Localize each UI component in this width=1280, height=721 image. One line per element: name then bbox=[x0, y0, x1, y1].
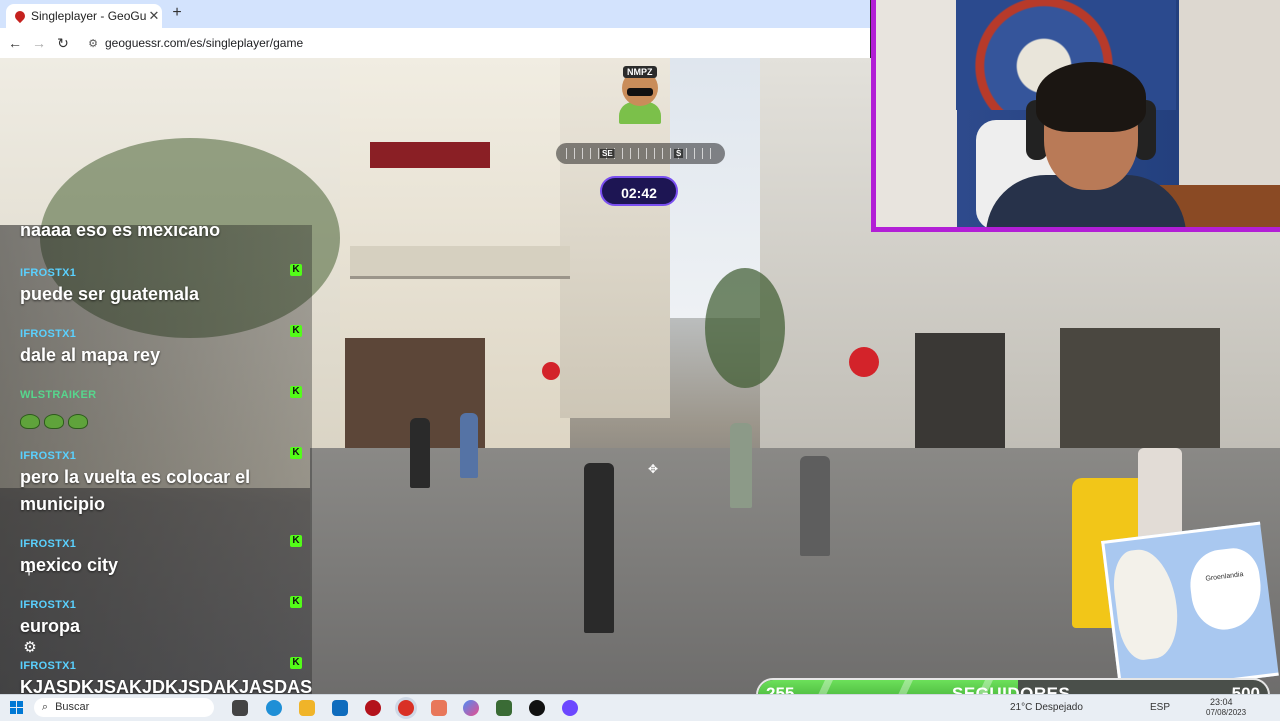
tab-close-icon[interactable]: ✕ bbox=[146, 8, 162, 24]
stream-chat: naaaa eso es mexicano IFROSTX1 K puede s… bbox=[0, 225, 312, 694]
streamer-hair bbox=[1036, 62, 1146, 132]
chat-message: IFROSTX1 K puede ser guatemala bbox=[0, 263, 312, 313]
chat-username[interactable]: IFROSTX1 bbox=[20, 450, 76, 462]
weather-widget[interactable]: 21°C Despejado bbox=[1010, 702, 1083, 713]
browser-tab[interactable]: Singleplayer - GeoGuessr ✕ bbox=[6, 4, 162, 28]
no-entry-sign-far bbox=[542, 362, 560, 380]
chat-username[interactable]: IFROSTX1 bbox=[20, 599, 76, 611]
compass-ticks bbox=[566, 148, 715, 159]
pedestrian bbox=[460, 413, 478, 478]
plus-icon[interactable]: + bbox=[22, 565, 36, 581]
map-landmass bbox=[1109, 545, 1183, 663]
kick-badge-icon: K bbox=[290, 447, 302, 459]
no-entry-sign bbox=[849, 347, 879, 377]
chat-message-text-line2: municipio bbox=[20, 494, 105, 514]
player-avatar: NMPZ bbox=[617, 62, 663, 124]
guess-minimap[interactable]: Groenlandia bbox=[1101, 521, 1279, 695]
move-cursor-icon: ✥ bbox=[647, 462, 659, 476]
app-icon[interactable] bbox=[496, 700, 512, 716]
kick-badge-icon: K bbox=[290, 325, 302, 337]
emote-row bbox=[20, 413, 92, 431]
chat-message: IFROSTX1 K europa bbox=[0, 595, 312, 645]
clock-time[interactable]: 23:04 bbox=[1210, 697, 1233, 707]
chat-message: IFROSTX1 K pero la vuelta es colocar el … bbox=[0, 446, 312, 526]
clock-date[interactable]: 07/08/2023 bbox=[1206, 708, 1246, 717]
shop-sign-awning bbox=[370, 142, 490, 168]
pedestrian bbox=[584, 463, 614, 633]
chat-message-text: KJASDKJSAKJDKJSDAKJASDAS bbox=[20, 677, 312, 694]
kick-badge-icon: K bbox=[290, 386, 302, 398]
photos-icon[interactable] bbox=[463, 700, 479, 716]
address-bar[interactable]: geoguessr.com/es/singleplayer/game bbox=[105, 36, 303, 50]
pedestrian bbox=[1138, 448, 1182, 543]
map-landmass-greenland bbox=[1186, 545, 1266, 634]
compass: SE S bbox=[556, 143, 725, 164]
avatar-glasses bbox=[627, 88, 653, 96]
chat-message-text: pero la vuelta es colocar el bbox=[20, 467, 251, 487]
chat-username[interactable]: IFROSTX1 bbox=[20, 267, 76, 279]
mode-badge: NMPZ bbox=[623, 66, 657, 78]
chat-message-text: europa bbox=[20, 616, 81, 636]
chat-username[interactable]: WLSTRAIKER bbox=[20, 389, 96, 401]
balcony bbox=[350, 246, 570, 279]
search-icon: ⌕ bbox=[41, 701, 49, 713]
file-explorer-icon[interactable] bbox=[299, 700, 315, 716]
chat-username[interactable]: IFROSTX1 bbox=[20, 660, 76, 672]
webcam-overlay bbox=[871, 0, 1280, 232]
search-placeholder: Buscar bbox=[55, 701, 90, 713]
chat-message: IFROSTX1 K KJASDKJSAKJDKJSDAKJASDAS bbox=[0, 656, 312, 694]
kick-badge-icon: K bbox=[290, 535, 302, 547]
browser-toolbar: ← → ↻ ⚙ geoguessr.com/es/singleplayer/ga… bbox=[0, 28, 870, 59]
windows-start-icon[interactable] bbox=[10, 701, 23, 714]
taskbar-search[interactable]: ⌕ Buscar bbox=[34, 698, 214, 717]
kick-badge-icon: K bbox=[290, 596, 302, 608]
frog-emote-icon bbox=[68, 414, 88, 430]
chat-message: IFROSTX1 K mexico city bbox=[0, 534, 312, 584]
back-button[interactable]: ← bbox=[3, 35, 27, 51]
new-tab-button[interactable]: + bbox=[168, 4, 186, 22]
chrome-icon[interactable] bbox=[398, 700, 414, 716]
outlook-icon[interactable] bbox=[332, 700, 348, 716]
windows-taskbar: ⌕ Buscar 21°C Despejado ESP 23:04 07/08/… bbox=[0, 694, 1280, 721]
forward-button[interactable]: → bbox=[27, 35, 51, 51]
geoguessr-favicon-icon bbox=[12, 8, 28, 24]
site-info-icon[interactable]: ⚙ bbox=[83, 37, 103, 50]
pedestrian bbox=[410, 418, 430, 488]
compass-direction-s: S bbox=[674, 149, 684, 158]
compass-direction-se: SE bbox=[600, 149, 615, 158]
kick-badge-icon: K bbox=[290, 264, 302, 276]
task-view-icon[interactable] bbox=[232, 700, 248, 716]
language-indicator[interactable]: ESP bbox=[1150, 702, 1170, 713]
pedestrian bbox=[730, 423, 752, 508]
chat-message: WLSTRAIKER K bbox=[0, 385, 312, 435]
pedestrian bbox=[800, 456, 830, 556]
app-icon[interactable] bbox=[431, 700, 447, 716]
tab-title: Singleplayer - GeoGuessr bbox=[31, 9, 146, 23]
edge-icon[interactable] bbox=[266, 700, 282, 716]
frog-emote-icon bbox=[44, 414, 64, 430]
browser-tab-bar: Singleplayer - GeoGuessr ✕ + bbox=[0, 0, 870, 28]
app-icon[interactable] bbox=[365, 700, 381, 716]
chat-message-text: naaaa eso es mexicano bbox=[20, 225, 221, 240]
frog-emote-icon bbox=[20, 414, 40, 430]
kick-badge-icon: K bbox=[290, 657, 302, 669]
chat-username[interactable]: IFROSTX1 bbox=[20, 328, 76, 340]
app-icon[interactable] bbox=[529, 700, 545, 716]
chat-message: naaaa eso es mexicano bbox=[0, 225, 312, 245]
chat-message: IFROSTX1 K dale al mapa rey bbox=[0, 324, 312, 374]
round-timer: 02:42 bbox=[600, 176, 678, 206]
chat-message-text: dale al mapa rey bbox=[20, 345, 161, 365]
chat-username[interactable]: IFROSTX1 bbox=[20, 538, 76, 550]
tree-far bbox=[705, 268, 785, 388]
gear-icon[interactable]: ⚙ bbox=[22, 640, 38, 656]
reload-button[interactable]: ↻ bbox=[51, 35, 75, 52]
app-icon[interactable] bbox=[562, 700, 578, 716]
chat-message-text: puede ser guatemala bbox=[20, 284, 200, 304]
